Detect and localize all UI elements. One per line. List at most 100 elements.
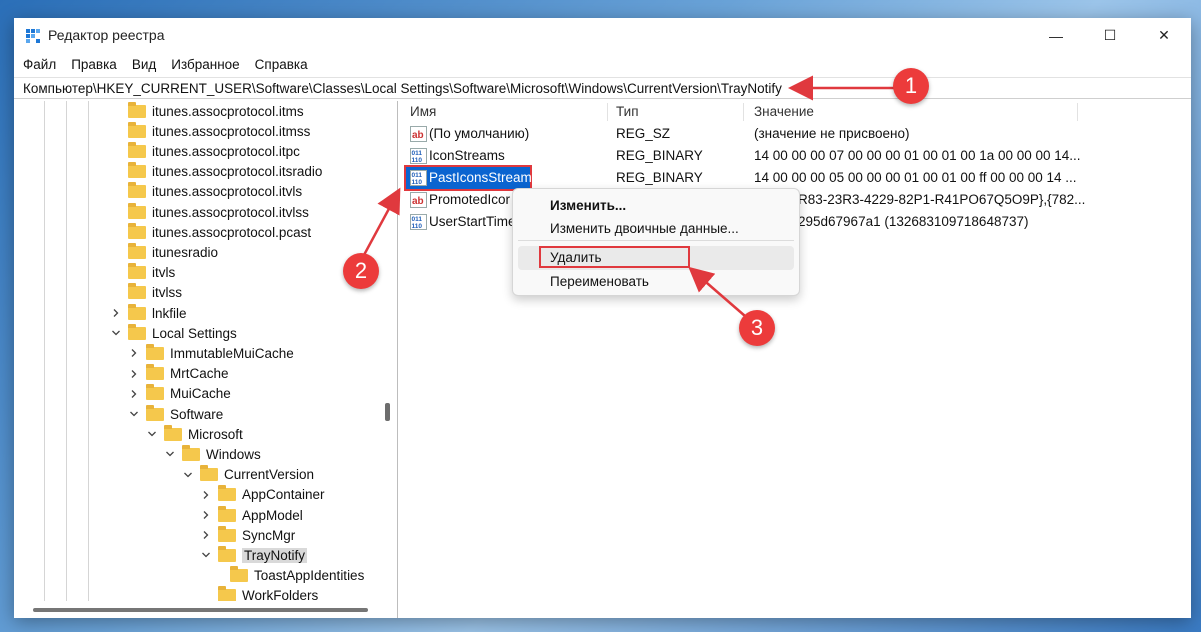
menu-edit[interactable]: Правка	[71, 57, 117, 72]
tree-vertical-scrollbar[interactable]	[380, 101, 397, 601]
context-menu-modify-binary[interactable]: Изменить двоичные данные...	[550, 219, 739, 239]
chevron-right-icon[interactable]	[128, 347, 140, 359]
tree-node[interactable]: MrtCache	[128, 364, 229, 384]
folder-icon	[218, 525, 236, 542]
tree-node-label: itunes.assocprotocol.pcast	[152, 224, 312, 240]
folder-icon	[200, 465, 218, 482]
address-bar[interactable]: Компьютер\HKEY_CURRENT_USER\Software\Cla…	[14, 77, 1191, 99]
tree-node[interactable]: MuiCache	[128, 384, 231, 404]
chevron-down-icon[interactable]	[182, 469, 194, 481]
folder-icon	[128, 121, 146, 138]
tree-node[interactable]: itunesradio	[110, 242, 218, 262]
tree-node-label: itvlss	[152, 285, 182, 301]
string-value-icon: ab	[410, 192, 427, 208]
value-row[interactable]: ab (По умолчанию) REG_SZ (значение не пр…	[404, 123, 1104, 145]
tree-node[interactable]: itunes.assocprotocol.itms	[110, 101, 304, 121]
chevron-down-icon[interactable]	[128, 408, 140, 420]
tree-node[interactable]: Local Settings	[110, 323, 237, 343]
selected-value-highlight[interactable]: 011 110 PastIconsStream	[404, 165, 532, 191]
chevron-right-icon[interactable]	[128, 368, 140, 380]
tree-node-label: itunes.assocprotocol.itms	[152, 103, 304, 119]
folder-icon	[128, 101, 146, 118]
menu-help[interactable]: Справка	[255, 57, 308, 72]
tree-node[interactable]: itunes.assocprotocol.itmss	[110, 121, 310, 141]
window-title: Редактор реестра	[48, 27, 165, 43]
tree-node[interactable]: itunes.assocprotocol.itsradio	[110, 162, 322, 182]
svg-text:011: 011	[412, 172, 423, 179]
chevron-down-icon[interactable]	[200, 549, 212, 561]
tree-guide-line	[66, 101, 67, 618]
folder-icon	[218, 545, 236, 562]
folder-icon	[146, 384, 164, 401]
tree-node[interactable]: ImmutableMuiCache	[128, 343, 294, 363]
context-menu-rename[interactable]: Переименовать	[550, 272, 649, 292]
chevron-right-icon[interactable]	[128, 388, 140, 400]
folder-icon	[146, 364, 164, 381]
tree-node[interactable]: itunes.assocprotocol.pcast	[110, 222, 311, 242]
folder-icon	[230, 566, 248, 583]
column-divider[interactable]	[607, 103, 608, 121]
binary-value-icon: 011110	[410, 214, 427, 230]
context-menu-modify[interactable]: Изменить...	[550, 196, 626, 216]
chevron-right-icon[interactable]	[200, 489, 212, 501]
menu-favorites[interactable]: Избранное	[171, 57, 239, 72]
tree-node[interactable]: Microsoft	[146, 424, 243, 444]
tree-node[interactable]: CurrentVersion	[182, 465, 314, 485]
folder-icon	[128, 141, 146, 158]
scrollbar-thumb[interactable]	[385, 403, 390, 421]
tree-node-label: AppContainer	[242, 487, 325, 503]
annotation-badge-2: 2	[343, 253, 379, 289]
value-row[interactable]: 011 110 IconStreams REG_BINARY 14 00 00 0…	[404, 145, 1104, 167]
chevron-right-icon[interactable]	[200, 529, 212, 541]
column-divider[interactable]	[743, 103, 744, 121]
tree-node[interactable]: Software	[128, 404, 223, 424]
tree-node[interactable]: itvlss	[110, 283, 182, 303]
column-divider[interactable]	[1077, 103, 1078, 121]
close-button[interactable]: ✕	[1137, 18, 1191, 53]
chevron-down-icon[interactable]	[146, 428, 158, 440]
tree-node-label: AppModel	[242, 507, 303, 523]
tree-node[interactable]: itunes.assocprotocol.itvlss	[110, 202, 309, 222]
column-header-value[interactable]: Значение	[754, 101, 814, 123]
chevron-down-icon[interactable]	[110, 327, 122, 339]
tree-node[interactable]: lnkfile	[110, 303, 187, 323]
chevron-right-icon[interactable]	[200, 509, 212, 521]
chevron-right-icon[interactable]	[110, 307, 122, 319]
folder-icon	[218, 505, 236, 522]
tree-node[interactable]: ToastAppIdentities	[212, 566, 364, 586]
values-list: Имя Тип Значение ab (По умолчанию) REG_S…	[404, 101, 1191, 618]
chevron-down-icon[interactable]	[164, 448, 176, 460]
tree-node[interactable]: AppContainer	[200, 485, 325, 505]
annotation-badge-3: 3	[739, 310, 775, 346]
tree-node[interactable]: SyncMgr	[200, 525, 295, 545]
tree-node[interactable]: AppModel	[200, 505, 303, 525]
folder-icon	[128, 323, 146, 340]
tree-node-label: SyncMgr	[242, 527, 296, 543]
value-data: 14 00 00 00 07 00 00 00 01 00 01 00 1a 0…	[754, 148, 1081, 163]
maximize-button[interactable]: ☐	[1083, 18, 1137, 53]
svg-text:110: 110	[412, 179, 423, 186]
column-header-type[interactable]: Тип	[616, 101, 639, 123]
column-header-name[interactable]: Имя	[410, 101, 436, 123]
scrollbar-thumb[interactable]	[33, 608, 368, 612]
binary-value-icon: 011110	[410, 170, 427, 186]
folder-icon	[128, 162, 146, 179]
menu-bar: Файл Правка Вид Избранное Справка	[14, 53, 1191, 75]
value-data: 295d67967a1 (132683109718648737)	[798, 214, 1029, 229]
tree-node-selected[interactable]: TrayNotify	[200, 545, 308, 565]
value-row-selected[interactable]: 011 110 PastIconsStream REG_BINARY 14 00 …	[404, 165, 1104, 191]
tree-horizontal-scrollbar[interactable]	[14, 601, 397, 618]
tree-node[interactable]: itunes.assocprotocol.itvls	[110, 182, 302, 202]
menu-view[interactable]: Вид	[132, 57, 156, 72]
registry-editor-window: Редактор реестра — ☐ ✕ Файл Правка Вид И…	[14, 18, 1191, 618]
tree-node[interactable]: Windows	[164, 444, 261, 464]
minimize-button[interactable]: —	[1029, 18, 1083, 53]
tree-node[interactable]: itvls	[110, 263, 175, 283]
tree-node[interactable]: itunes.assocprotocol.itpc	[110, 141, 300, 161]
menu-file[interactable]: Файл	[23, 57, 56, 72]
tree-node-label: ImmutableMuiCache	[170, 345, 294, 361]
